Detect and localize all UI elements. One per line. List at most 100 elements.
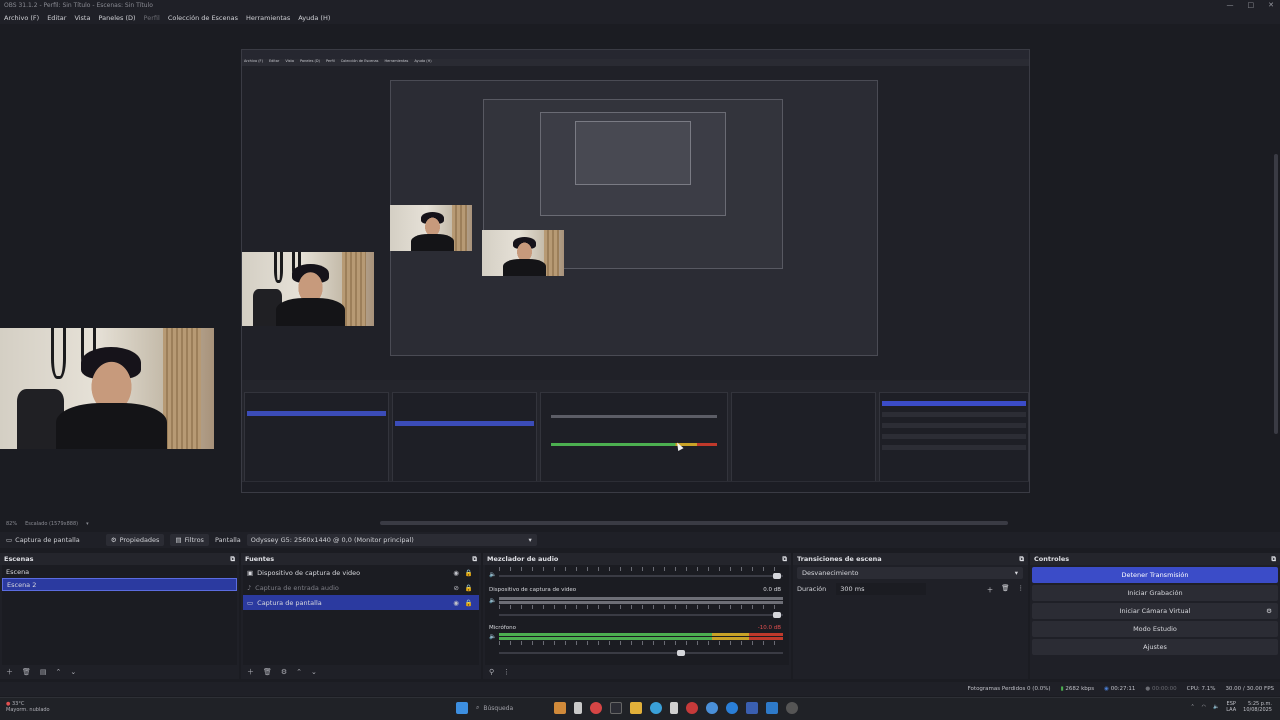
start-virtual-camera-button[interactable]: Iniciar Cámara Virtual ⚙: [1032, 603, 1278, 619]
minimize-button[interactable]: —: [1227, 1, 1234, 9]
app-icon[interactable]: [554, 702, 566, 714]
chrome-icon[interactable]: [706, 702, 718, 714]
volume-slider[interactable]: [773, 612, 781, 618]
volume-icon[interactable]: 🔈: [1213, 704, 1219, 710]
duration-input[interactable]: 300 ms: [836, 583, 927, 595]
add-icon[interactable]: ＋: [987, 584, 994, 594]
chevron-down-icon[interactable]: ⌄: [70, 668, 76, 676]
scene-item[interactable]: Escena: [2, 565, 237, 578]
settings-button[interactable]: Ajustes: [1032, 639, 1278, 655]
zoom-resolution[interactable]: Escalado (1579x888): [25, 521, 78, 527]
menu-herramientas[interactable]: Herramientas: [246, 14, 290, 22]
trash-icon[interactable]: 🗑: [1001, 584, 1009, 594]
folder-icon[interactable]: [630, 702, 642, 714]
app-icon[interactable]: [574, 702, 582, 714]
controls-title: Controles: [1034, 555, 1070, 563]
lock-icon[interactable]: 🔒: [465, 599, 473, 607]
sources-title: Fuentes: [245, 555, 275, 563]
gear-icon[interactable]: ⚙: [1266, 607, 1272, 615]
menu-vista[interactable]: Vista: [74, 14, 90, 22]
windows-start-icon[interactable]: [456, 702, 468, 714]
filters-button[interactable]: ▤ Filtros: [170, 534, 209, 546]
more-icon[interactable]: ⋮: [503, 668, 510, 676]
chevron-down-icon[interactable]: ▾: [86, 521, 89, 527]
undock-icon[interactable]: ⧉: [1271, 555, 1276, 564]
scene-item-selected[interactable]: Escena 2: [2, 578, 237, 591]
properties-button[interactable]: ⚙ Propiedades: [105, 534, 165, 546]
webcam-overlay[interactable]: [0, 328, 214, 449]
menu-archivo[interactable]: Archivo (F): [4, 14, 39, 22]
mixer-channel: Dispositivo de captura de video 0.0 dB 🔈: [485, 585, 789, 623]
rec-time-value: 00:00:00: [1151, 686, 1177, 692]
chevron-up-icon[interactable]: ⌃: [1190, 704, 1194, 710]
trash-icon[interactable]: 🗑: [263, 668, 272, 676]
preview-canvas[interactable]: Archivo (F) Editar Vista Paneles (D) Per…: [241, 49, 1030, 493]
undock-icon[interactable]: ⧉: [1019, 555, 1024, 564]
gear-icon[interactable]: ⚙: [281, 668, 287, 676]
language-indicator[interactable]: ESP LAA: [1226, 701, 1236, 713]
speaker-icon[interactable]: 🔈: [489, 633, 496, 640]
display-select[interactable]: Odyssey G5: 2560x1440 @ 0,0 (Monitor pri…: [246, 534, 537, 546]
app-icon[interactable]: [610, 702, 622, 714]
menu-paneles[interactable]: Paneles (D): [98, 14, 135, 22]
link-icon[interactable]: ⚲: [489, 668, 494, 676]
app-icon[interactable]: [686, 702, 698, 714]
lock-icon[interactable]: 🔒: [465, 584, 473, 592]
start-recording-button[interactable]: Iniciar Grabación: [1032, 585, 1278, 601]
lock-icon[interactable]: 🔒: [465, 569, 473, 577]
app-icon[interactable]: [766, 702, 778, 714]
obs-icon[interactable]: [786, 702, 798, 714]
more-icon[interactable]: ⋮: [1018, 584, 1025, 594]
trash-icon[interactable]: 🗑: [22, 668, 31, 676]
filter-icon[interactable]: ▤: [40, 668, 47, 676]
undock-icon[interactable]: ⧉: [230, 555, 235, 564]
clock[interactable]: 5:25 p.m. 10/08/2025: [1243, 701, 1272, 713]
maximize-button[interactable]: □: [1248, 1, 1255, 9]
preview-horizontal-scrollbar[interactable]: [380, 521, 1008, 525]
app-icon[interactable]: [670, 702, 678, 714]
weather-widget[interactable]: ● 33°C Mayorm. nublado: [6, 701, 50, 713]
weather-desc: Mayorm. nublado: [6, 707, 50, 713]
app-icon[interactable]: [746, 702, 758, 714]
eye-off-icon[interactable]: ⊘: [453, 584, 458, 592]
menu-ayuda[interactable]: Ayuda (H): [298, 14, 330, 22]
chevron-up-icon[interactable]: ⌃: [296, 668, 302, 676]
nested-menu-item: Perfil: [325, 59, 335, 63]
browser-icon[interactable]: [650, 702, 662, 714]
nested-preview-level-3: [540, 112, 726, 216]
volume-slider[interactable]: [677, 650, 685, 656]
source-row[interactable]: ▣ Dispositivo de captura de video ◉ 🔒: [243, 565, 479, 580]
eye-icon[interactable]: ◉: [453, 569, 459, 577]
volume-slider[interactable]: [773, 573, 781, 579]
menu-perfil[interactable]: Perfil: [144, 14, 160, 22]
speaker-icon[interactable]: 🔈: [489, 597, 496, 604]
transition-select[interactable]: Desvanecimiento ▾: [797, 567, 1023, 579]
status-bar: Fotogramas Perdidos 0 (0.0%) ▮ 2682 kbps…: [0, 682, 1280, 696]
sources-footer: ＋ 🗑 ⚙ ⌃ ⌄: [241, 665, 481, 679]
speaker-icon[interactable]: 🔈: [489, 571, 496, 578]
taskbar-search[interactable]: ⌕ Búsqueda: [476, 704, 546, 712]
source-row[interactable]: ♪ Captura de entrada audio ⊘ 🔒: [243, 580, 479, 595]
chevron-down-icon[interactable]: ⌄: [311, 668, 317, 676]
menu-coleccion-escenas[interactable]: Colección de Escenas: [168, 14, 238, 22]
wifi-icon[interactable]: ◠: [1202, 704, 1206, 710]
app-icon[interactable]: [590, 702, 602, 714]
preview-area[interactable]: Archivo (F) Editar Vista Paneles (D) Per…: [0, 24, 1280, 518]
studio-mode-button[interactable]: Modo Estudio: [1032, 621, 1278, 637]
chevron-up-icon[interactable]: ⌃: [56, 668, 62, 676]
menu-editar[interactable]: Editar: [47, 14, 66, 22]
source-row-selected[interactable]: ▭ Captura de pantalla ◉ 🔒: [243, 595, 479, 610]
close-button[interactable]: ✕: [1268, 1, 1274, 9]
edge-icon[interactable]: [726, 702, 738, 714]
undock-icon[interactable]: ⧉: [472, 555, 477, 564]
eye-icon[interactable]: ◉: [453, 599, 459, 607]
add-icon[interactable]: ＋: [247, 667, 254, 677]
source-toolbar: ▭ Captura de pantalla ⚙ Propiedades ▤ Fi…: [0, 532, 1280, 548]
undock-icon[interactable]: ⧉: [782, 555, 787, 564]
signal-icon: ▮: [1060, 686, 1064, 692]
menu-bar: Archivo (F) Editar Vista Paneles (D) Per…: [0, 11, 1280, 24]
zoom-value[interactable]: 82%: [6, 521, 17, 527]
add-icon[interactable]: ＋: [6, 667, 13, 677]
preview-vertical-scrollbar[interactable]: [1274, 154, 1278, 434]
stop-stream-button[interactable]: Detener Transmisión: [1032, 567, 1278, 583]
